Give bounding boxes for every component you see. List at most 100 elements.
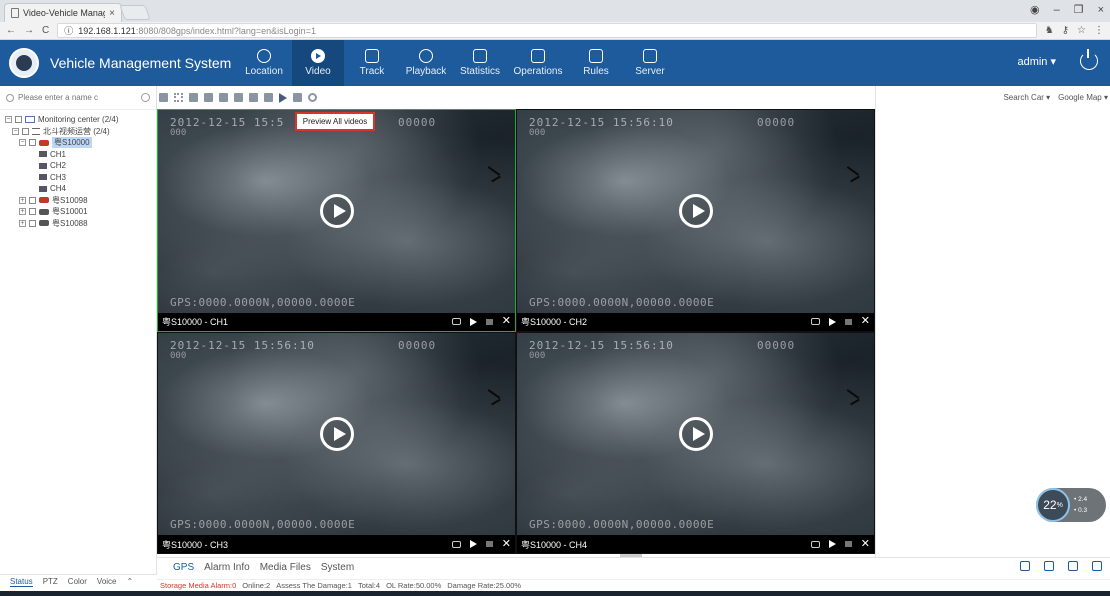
vehicle-search-input[interactable] <box>18 93 137 102</box>
video-cell[interactable]: 2012-12-15 15:5 000 00000 GPS:0000.0000N… <box>157 109 516 332</box>
tree-node-channel[interactable]: CH4 <box>5 183 151 195</box>
nav-video[interactable]: Video <box>292 40 344 86</box>
nav-track[interactable]: Track <box>346 40 398 86</box>
expand-icon[interactable]: + <box>19 196 26 204</box>
network-speed-widget[interactable]: 22% • 2.4 • 0.3 <box>1036 488 1106 522</box>
video-cell[interactable]: 2012-12-15 15:56:10 000 00000 GPS:0000.0… <box>157 331 516 554</box>
checkbox[interactable] <box>15 116 22 124</box>
tab-system[interactable]: System <box>321 562 354 573</box>
unlock-icon[interactable] <box>1044 561 1054 571</box>
window-icon[interactable] <box>1068 561 1078 571</box>
restore-button[interactable]: ❐ <box>1074 3 1084 16</box>
close-icon[interactable]: ✕ <box>502 538 511 550</box>
layout-4-icon[interactable] <box>174 93 183 102</box>
tab-status[interactable]: Status <box>10 577 33 587</box>
checkbox[interactable] <box>22 127 29 135</box>
layout-9-icon[interactable] <box>219 93 228 102</box>
play-icon[interactable] <box>678 194 713 229</box>
checkbox[interactable] <box>29 196 36 204</box>
volume-icon[interactable] <box>485 318 493 325</box>
preview-all-icon[interactable] <box>279 92 287 103</box>
gear-icon[interactable] <box>308 93 317 102</box>
nav-server[interactable]: Server <box>624 40 676 86</box>
power-icon[interactable] <box>1080 49 1098 70</box>
reload-icon[interactable]: C <box>42 25 49 36</box>
tab-color[interactable]: Color <box>68 577 87 586</box>
video-cell[interactable]: 2012-12-15 15:56:10 000 00000 GPS:0000.0… <box>516 109 875 332</box>
back-icon[interactable]: ← <box>6 25 16 36</box>
video-cell[interactable]: 2012-12-15 15:56:10 000 00000 GPS:0000.0… <box>516 331 875 554</box>
layout-1-icon[interactable] <box>159 93 168 102</box>
collapse-icon[interactable]: − <box>5 116 12 124</box>
new-tab-button[interactable] <box>119 5 151 20</box>
close-icon[interactable]: ✕ <box>502 316 511 327</box>
tree-node-vehicle[interactable]: − 粤S10000 <box>5 137 151 149</box>
minimize-button[interactable]: – <box>1054 4 1060 16</box>
profile-icon[interactable]: ◉ <box>1030 3 1040 16</box>
nav-statistics[interactable]: Statistics <box>454 40 506 86</box>
tree-node-vehicle[interactable]: + 粤S10001 <box>5 206 151 218</box>
tab-ptz[interactable]: PTZ <box>43 577 58 586</box>
nav-location[interactable]: Location <box>238 40 290 86</box>
collapse-icon[interactable]: − <box>19 139 26 147</box>
volume-icon[interactable] <box>844 541 852 547</box>
map-provider-dropdown[interactable]: Google Map ▾ <box>1058 93 1108 102</box>
volume-icon[interactable] <box>844 318 852 325</box>
info-icon[interactable] <box>141 93 150 102</box>
key-icon[interactable]: ⚷ <box>1062 25 1069 36</box>
layout-8-icon[interactable] <box>204 93 213 102</box>
tree-node-root[interactable]: − Monitoring center (2/4) <box>5 114 151 126</box>
star-icon[interactable]: ☆ <box>1077 25 1086 36</box>
tree-node-group[interactable]: − 北斗视频运营 (2/4) <box>5 126 151 138</box>
play-icon[interactable] <box>319 194 354 229</box>
play-icon[interactable] <box>828 317 836 326</box>
stop-all-icon[interactable] <box>293 93 302 102</box>
volume-icon[interactable] <box>485 541 493 547</box>
tree-node-channel[interactable]: CH1 <box>5 149 151 161</box>
layout-6-icon[interactable] <box>189 93 198 102</box>
tab-gps[interactable]: GPS <box>173 562 194 573</box>
snapshot-icon[interactable] <box>810 318 820 325</box>
tab-media-files[interactable]: Media Files <box>260 562 311 573</box>
nav-rules[interactable]: Rules <box>570 40 622 86</box>
collapse-up-icon[interactable]: ⌃ <box>127 577 134 586</box>
snapshot-icon[interactable] <box>451 540 461 548</box>
expand-icon[interactable]: + <box>19 219 26 227</box>
tree-node-channel[interactable]: CH2 <box>5 160 151 172</box>
play-icon[interactable] <box>469 540 477 548</box>
lock-icon[interactable] <box>1020 561 1030 571</box>
close-icon[interactable]: ✕ <box>861 538 870 550</box>
expand-icon[interactable]: + <box>19 208 26 216</box>
tree-node-vehicle[interactable]: + 粤S10088 <box>5 218 151 230</box>
play-icon[interactable] <box>678 416 713 451</box>
snapshot-icon[interactable] <box>810 540 820 548</box>
tab-voice[interactable]: Voice <box>97 577 117 586</box>
tab-close-icon[interactable]: × <box>109 8 115 19</box>
nav-playback[interactable]: Playback <box>400 40 452 86</box>
play-icon[interactable] <box>828 540 836 548</box>
layout-menu-icon[interactable] <box>264 93 273 102</box>
collapse-icon[interactable]: − <box>12 127 19 135</box>
layout-16-icon[interactable] <box>234 93 243 102</box>
menu-icon[interactable]: ⋮ <box>1094 25 1104 36</box>
tree-node-vehicle[interactable]: + 粤S10098 <box>5 195 151 207</box>
checkbox[interactable] <box>29 208 36 216</box>
extension-icon[interactable]: ♞ <box>1045 25 1054 36</box>
play-icon[interactable] <box>319 416 354 451</box>
forward-icon[interactable]: → <box>24 25 34 36</box>
checkbox[interactable] <box>29 219 36 227</box>
user-menu[interactable]: admin ▾ <box>1017 55 1056 68</box>
search-car-dropdown[interactable]: Search Car ▾ <box>1003 93 1050 102</box>
browser-tab[interactable]: Video-Vehicle Manage × <box>4 3 122 22</box>
nav-operations[interactable]: Operations <box>508 40 568 86</box>
close-window-button[interactable]: × <box>1098 4 1104 16</box>
maximize-icon[interactable] <box>1092 561 1102 571</box>
url-field[interactable]: ⓘ 192.168.1.121:8080/808gps/index.html?l… <box>57 23 1037 38</box>
close-all-icon[interactable] <box>249 93 258 102</box>
close-icon[interactable]: ✕ <box>861 316 870 327</box>
snapshot-icon[interactable] <box>451 318 461 325</box>
tab-alarm-info[interactable]: Alarm Info <box>204 562 250 573</box>
checkbox[interactable] <box>29 139 36 147</box>
tree-node-channel[interactable]: CH3 <box>5 172 151 184</box>
play-icon[interactable] <box>469 317 477 326</box>
